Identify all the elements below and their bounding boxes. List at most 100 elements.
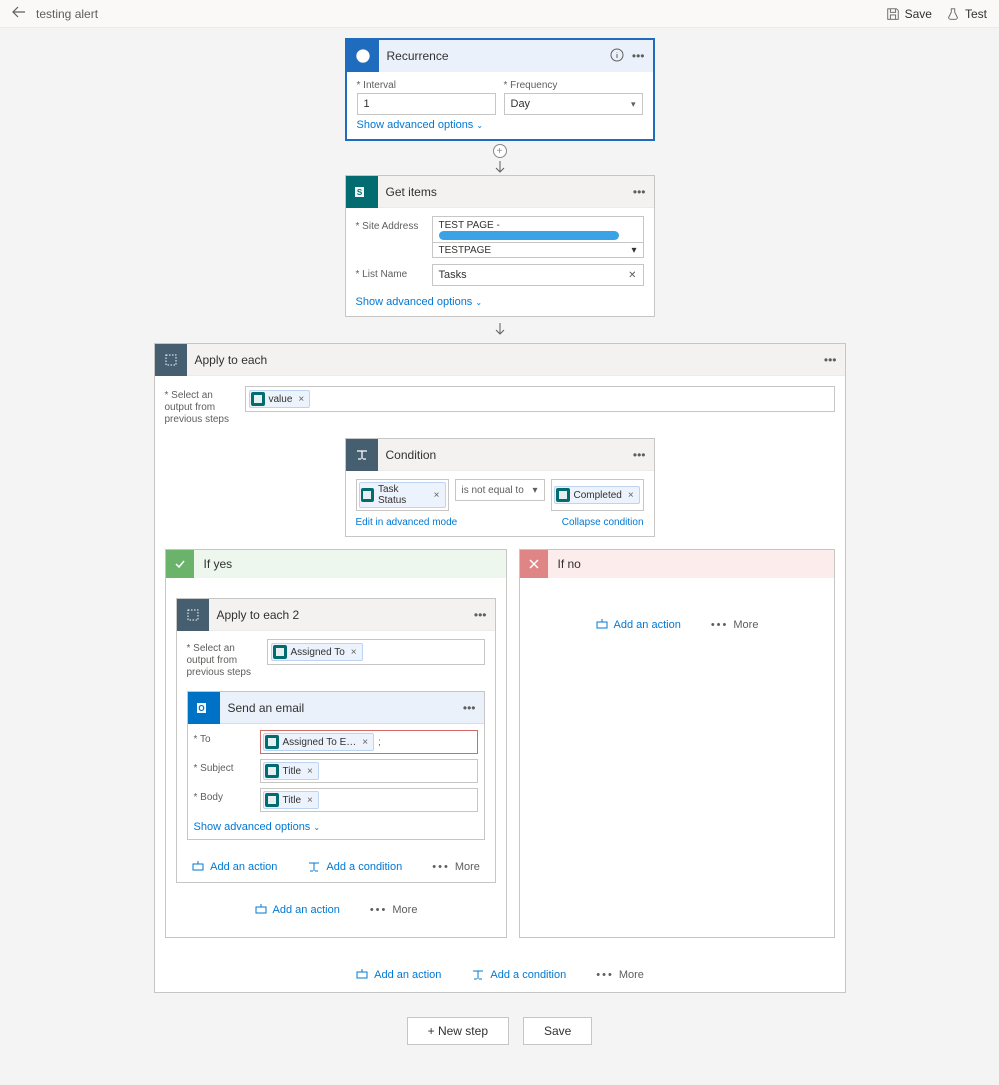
getitems-title: Get items — [378, 185, 633, 199]
token-remove-icon[interactable]: × — [307, 766, 313, 777]
chevron-down-icon: ▾ — [532, 485, 537, 496]
more-link[interactable]: ••• More — [596, 969, 644, 981]
send-email-title: Send an email — [220, 701, 463, 715]
chevron-down-icon: ⌄ — [475, 298, 482, 307]
site-address-input[interactable]: TEST PAGE - TESTPAGE ▾ — [432, 216, 644, 258]
redacted-bar — [439, 231, 619, 240]
svg-text:O: O — [198, 704, 204, 713]
recurrence-show-advanced[interactable]: Show advanced options ⌄ — [357, 119, 484, 131]
add-action-link[interactable]: Add an action — [595, 618, 681, 632]
x-icon — [520, 550, 548, 578]
more-link[interactable]: ••• More — [432, 861, 480, 873]
interval-input[interactable]: 1 — [357, 93, 496, 115]
list-name-input[interactable]: Tasks ✕ — [432, 264, 644, 286]
completed-token[interactable]: Completed × — [554, 486, 640, 504]
recurrence-icon — [347, 40, 379, 72]
email-subject-label: Subject — [194, 759, 254, 774]
save-top-button[interactable]: Save — [886, 7, 932, 21]
getitems-show-advanced[interactable]: Show advanced options ⌄ — [356, 296, 483, 308]
task-status-token[interactable]: Task Status × — [359, 482, 446, 508]
condition-right-input[interactable]: Completed × — [551, 479, 644, 511]
token-remove-icon[interactable]: × — [307, 795, 313, 806]
back-arrow-icon[interactable] — [12, 6, 26, 21]
add-action-link[interactable]: Add an action — [254, 903, 340, 917]
send-email-menu-icon[interactable]: ••• — [463, 701, 476, 715]
add-action-link[interactable]: Add an action — [191, 860, 277, 874]
send-email-card: O Send an email ••• — [187, 691, 485, 840]
email-to-input[interactable]: Assigned To E… × ; — [260, 730, 478, 754]
token-remove-icon[interactable]: × — [628, 490, 634, 501]
title-token[interactable]: Title × — [263, 762, 319, 780]
recurrence-menu-icon[interactable]: ••• — [632, 49, 645, 63]
topbar: testing alert Save Test — [0, 0, 999, 28]
flow-title: testing alert — [36, 7, 98, 21]
clear-icon[interactable]: ✕ — [628, 270, 636, 281]
list-name-label: List Name — [356, 264, 426, 280]
recurrence-card: Recurrence ••• Interval 1 Frequency — [345, 38, 655, 141]
interval-label: Interval — [357, 80, 496, 91]
new-step-button[interactable]: + New step — [407, 1017, 509, 1045]
apply2-title: Apply to each 2 — [209, 608, 474, 622]
token-remove-icon[interactable]: × — [362, 737, 368, 748]
email-body-label: Body — [194, 788, 254, 803]
email-to-label: To — [194, 730, 254, 745]
add-condition-link[interactable]: Add a condition — [307, 860, 402, 874]
email-show-advanced[interactable]: Show advanced options ⌄ — [194, 821, 321, 833]
test-top-label: Test — [965, 7, 987, 21]
if-yes-branch: If yes Apply to each 2 ••• — [165, 549, 507, 938]
apply-to-each-card: Apply to each ••• * Select an output fro… — [154, 343, 846, 993]
outlook-icon: O — [188, 692, 220, 724]
email-subject-input[interactable]: Title × — [260, 759, 478, 783]
select-output-label: * Select an output from previous steps — [165, 386, 237, 426]
select-output-input[interactable]: value × — [245, 386, 835, 412]
value-token[interactable]: value × — [249, 390, 311, 408]
assigned-to-token[interactable]: Assigned To × — [271, 643, 363, 661]
flow-canvas: Recurrence ••• Interval 1 Frequency — [0, 28, 999, 1085]
save-top-label: Save — [905, 7, 932, 21]
collapse-condition-link[interactable]: Collapse condition — [562, 517, 644, 528]
condition-operator-select[interactable]: is not equal to ▾ — [455, 479, 545, 501]
svg-text:S: S — [356, 188, 362, 197]
add-step-plus[interactable]: + — [493, 144, 507, 158]
condition-left-input[interactable]: Task Status × — [356, 479, 449, 511]
condition-title: Condition — [378, 448, 633, 462]
condition-menu-icon[interactable]: ••• — [633, 448, 646, 462]
condition-icon — [346, 439, 378, 471]
apply2-select-input[interactable]: Assigned To × — [267, 639, 485, 665]
apply-to-each-2-card: Apply to each 2 ••• * Select an output f… — [176, 598, 496, 883]
chevron-down-icon: ▾ — [631, 245, 636, 256]
test-top-button[interactable]: Test — [946, 7, 987, 21]
if-no-label: If no — [548, 557, 581, 571]
chevron-down-icon: ⌄ — [313, 823, 320, 832]
frequency-select[interactable]: Day ▾ — [504, 93, 643, 115]
more-link[interactable]: ••• More — [711, 619, 759, 631]
apply2-select-label: * Select an output from previous steps — [187, 639, 259, 679]
apply2-menu-icon[interactable]: ••• — [474, 608, 487, 622]
info-icon[interactable] — [610, 48, 624, 65]
token-remove-icon[interactable]: × — [434, 490, 440, 501]
token-remove-icon[interactable]: × — [351, 647, 357, 658]
getitems-card: S Get items ••• Site Address TEST PAGE -… — [345, 175, 655, 317]
checkmark-icon — [166, 550, 194, 578]
frequency-label: Frequency — [504, 80, 643, 91]
arrow-down-icon — [493, 323, 507, 337]
recurrence-title: Recurrence — [379, 49, 610, 63]
chevron-down-icon: ⌄ — [476, 121, 483, 130]
add-condition-link[interactable]: Add a condition — [471, 968, 566, 982]
getitems-menu-icon[interactable]: ••• — [633, 185, 646, 199]
apply-title: Apply to each — [187, 353, 824, 367]
title-token[interactable]: Title × — [263, 791, 319, 809]
token-remove-icon[interactable]: × — [298, 394, 304, 405]
email-body-input[interactable]: Title × — [260, 788, 478, 812]
arrow-down-icon — [493, 161, 507, 175]
sharepoint-icon: S — [346, 176, 378, 208]
save-button[interactable]: Save — [523, 1017, 592, 1045]
more-link[interactable]: ••• More — [370, 904, 418, 916]
if-no-branch: If no Add an action ••• More — [519, 549, 835, 938]
assigned-to-email-token[interactable]: Assigned To E… × — [263, 733, 375, 751]
add-action-link[interactable]: Add an action — [355, 968, 441, 982]
chevron-down-icon: ▾ — [631, 99, 636, 110]
edit-advanced-mode-link[interactable]: Edit in advanced mode — [356, 517, 458, 528]
apply-menu-icon[interactable]: ••• — [824, 353, 837, 367]
site-address-label: Site Address — [356, 216, 426, 232]
